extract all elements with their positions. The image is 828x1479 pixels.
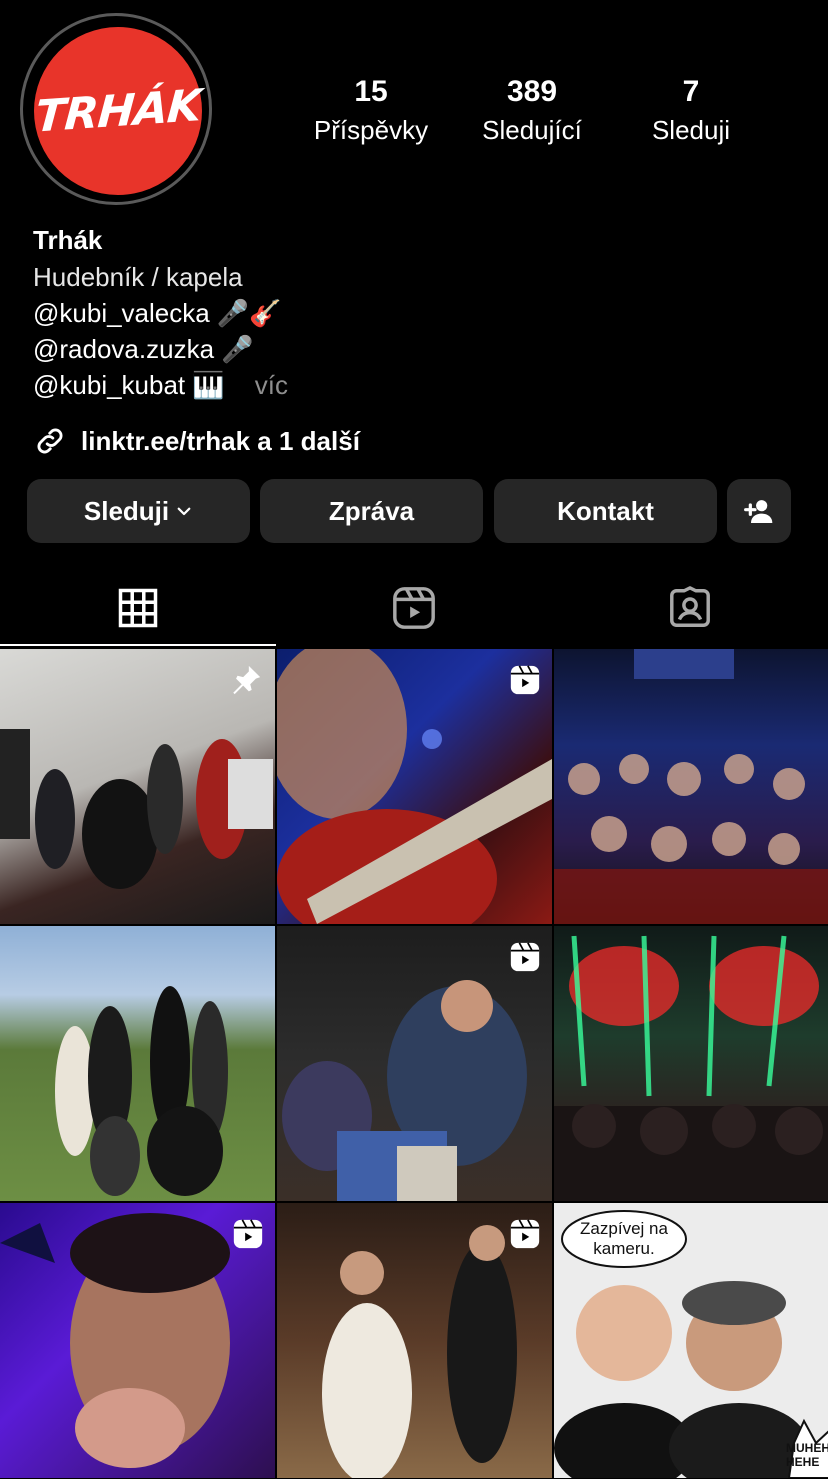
tab-tagged[interactable] bbox=[552, 570, 828, 646]
reel-badge-icon bbox=[233, 1219, 263, 1249]
reel-badge-icon bbox=[510, 1219, 540, 1249]
avatar-logo: TRHÁK bbox=[33, 79, 203, 143]
profile-link-text: linktr.ee/trhak a 1 další bbox=[81, 425, 360, 456]
bio-more-link[interactable]: víc bbox=[255, 370, 288, 400]
speech-bubble-text: Zazpívej na kameru. bbox=[580, 1219, 668, 1258]
profile-name: Trhák bbox=[33, 225, 103, 255]
chevron-down-icon bbox=[177, 507, 191, 516]
post-4[interactable] bbox=[0, 926, 275, 1201]
post-2[interactable] bbox=[277, 649, 552, 924]
link-icon bbox=[37, 428, 63, 454]
post-6-image bbox=[554, 935, 828, 1201]
stat-followers[interactable]: 389 Sledující bbox=[452, 72, 612, 148]
message-button-label: Zpráva bbox=[328, 495, 415, 526]
post-4-image bbox=[55, 986, 228, 1196]
message-button[interactable]: Zpráva bbox=[260, 479, 483, 543]
reels-icon bbox=[393, 587, 435, 629]
profile-link[interactable]: linktr.ee/trhak a 1 další bbox=[33, 422, 360, 460]
grid-icon bbox=[118, 588, 158, 628]
tab-reels[interactable] bbox=[276, 570, 552, 646]
stat-posts-value: 15 bbox=[354, 75, 388, 108]
stat-followers-label: Sledující bbox=[482, 115, 582, 145]
tagged-icon bbox=[670, 586, 710, 627]
bio-mention-1[interactable]: @kubi_valecka 🎤🎸 bbox=[33, 295, 282, 331]
post-7[interactable] bbox=[0, 1203, 275, 1478]
bio-mention-2[interactable]: @radova.zuzka 🎤 bbox=[33, 331, 254, 367]
avatar[interactable]: TRHÁK bbox=[34, 27, 202, 195]
bio-mention-3[interactable]: @kubi_kubat 🎹 bbox=[33, 370, 225, 400]
burst-text: MUHEHE HEHE bbox=[786, 1441, 828, 1469]
post-6[interactable] bbox=[554, 926, 828, 1201]
stat-posts[interactable]: 15 Příspěvky bbox=[291, 72, 451, 148]
contact-button-label: Kontakt bbox=[557, 495, 654, 526]
stat-posts-label: Příspěvky bbox=[313, 115, 429, 145]
stat-following-label: Sleduji bbox=[651, 115, 731, 145]
stat-following-value: 7 bbox=[682, 75, 700, 108]
profile-category: Hudebník / kapela bbox=[33, 262, 243, 292]
follow-button[interactable]: Sleduji bbox=[27, 479, 250, 543]
post-1[interactable] bbox=[0, 649, 275, 924]
post-9[interactable]: Zazpívej na kameru. MUHEHE HEHE bbox=[554, 1203, 828, 1478]
add-person-icon bbox=[744, 500, 773, 523]
bio-line-3: @kubi_kubat 🎹 víc bbox=[33, 367, 288, 403]
post-3-image bbox=[554, 649, 828, 924]
follow-button-label: Sleduji bbox=[83, 495, 170, 526]
contact-button[interactable]: Kontakt bbox=[494, 479, 717, 543]
post-3[interactable] bbox=[554, 649, 828, 924]
tab-posts[interactable] bbox=[0, 570, 276, 646]
reel-badge-icon bbox=[510, 942, 540, 972]
stat-following[interactable]: 7 Sleduji bbox=[611, 72, 771, 148]
stat-followers-value: 389 bbox=[506, 75, 558, 108]
pin-icon bbox=[233, 665, 261, 695]
post-5[interactable] bbox=[277, 926, 552, 1201]
suggest-users-button[interactable] bbox=[727, 479, 791, 543]
post-8[interactable] bbox=[277, 1203, 552, 1478]
active-tab-indicator bbox=[0, 644, 276, 646]
reel-badge-icon bbox=[510, 665, 540, 695]
